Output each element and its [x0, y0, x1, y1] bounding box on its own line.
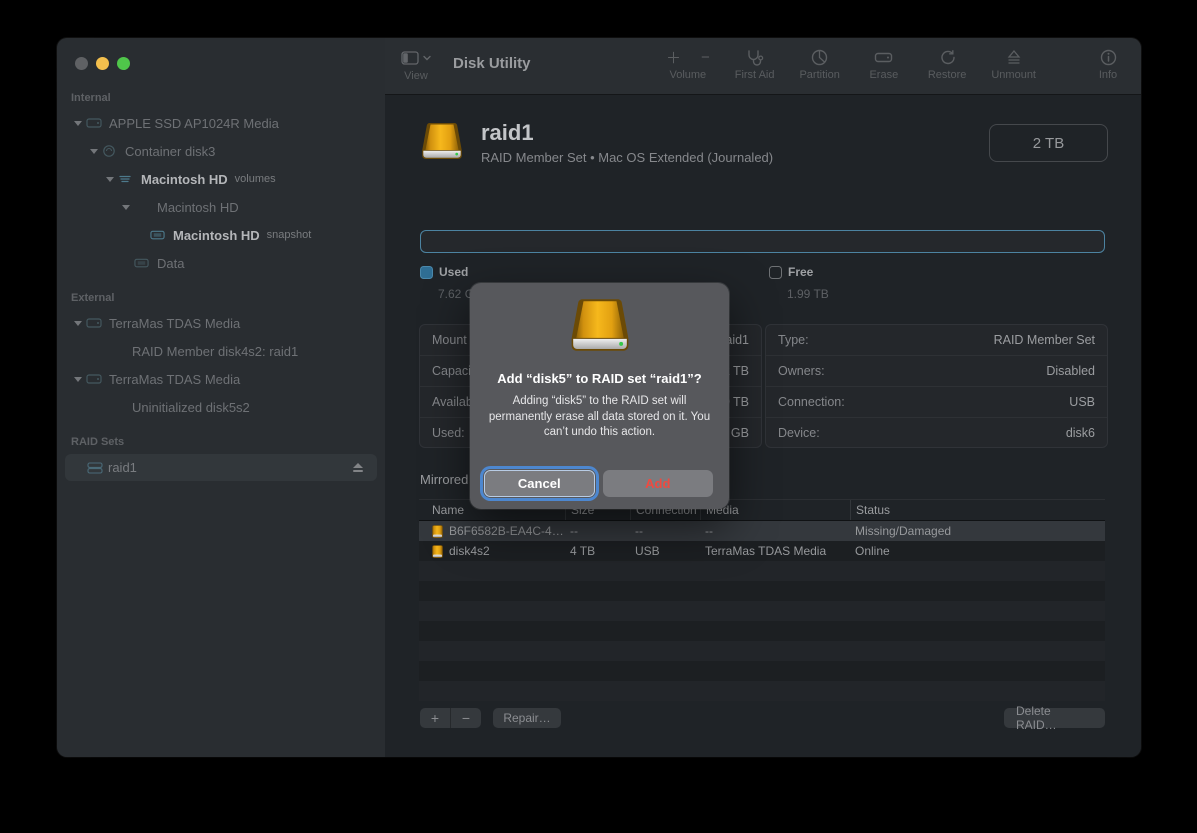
size-badge: 2 TB — [989, 124, 1108, 162]
traffic-lights — [75, 57, 130, 70]
sidebar-item-apple-ssd[interactable]: APPLE SSD AP1024R Media — [57, 111, 379, 135]
chevron-down-icon[interactable] — [118, 205, 134, 210]
remove-member-button[interactable]: − — [450, 708, 481, 728]
drive-icon-large — [567, 297, 633, 358]
minus-icon[interactable]: − — [701, 49, 710, 66]
section-label-raid-sets: RAID Sets — [71, 436, 124, 448]
sidebar-item-macintosh-hd-volume[interactable]: Macintosh HD volumes — [57, 167, 379, 191]
chevron-down-icon[interactable] — [70, 121, 86, 126]
drive-icon — [86, 117, 106, 129]
eject-icon[interactable] — [353, 463, 363, 472]
restore-button[interactable]: Restore — [928, 46, 967, 81]
info-row: Device:disk6 — [766, 417, 1107, 448]
sidebar-item-raid-member-disk4s2[interactable]: RAID Member disk4s2: raid1 — [57, 339, 379, 363]
erase-icon — [874, 50, 893, 65]
toolbar: View Disk Utility ＋− Volume First Aid Pa… — [385, 38, 1141, 95]
volume-icon — [118, 173, 138, 185]
info-row: Type:RAID Member Set — [766, 325, 1107, 355]
info-row: Connection:USB — [766, 386, 1107, 417]
sidebar-view-icon — [401, 51, 419, 65]
minimize-button[interactable] — [96, 57, 109, 70]
member-drive-icon — [432, 525, 443, 538]
volume-role-badge: volumes — [235, 173, 276, 185]
screen: Internal APPLE SSD AP1024R Media Contain… — [0, 0, 1197, 833]
col-status[interactable]: Status — [850, 500, 1105, 520]
table-row[interactable]: B6F6582B-EA4C-4… -- -- -- Missing/Damage… — [419, 521, 1105, 541]
delete-raid-button[interactable]: Delete RAID… — [1004, 708, 1105, 728]
legend-free: Free 1.99 TB — [769, 265, 829, 301]
unmount-icon — [1005, 50, 1023, 65]
info-icon — [1100, 49, 1117, 66]
repair-button[interactable]: Repair… — [493, 708, 561, 728]
member-drive-icon — [432, 545, 443, 558]
erase-button[interactable]: Erase — [865, 46, 903, 81]
volume-button[interactable]: ＋− Volume — [666, 46, 710, 81]
empty-row — [419, 601, 1105, 621]
raid-drive-icon — [419, 119, 465, 168]
free-swatch — [769, 266, 782, 279]
sidebar-item-data[interactable]: Data — [57, 251, 379, 275]
app-title: Disk Utility — [453, 55, 531, 72]
dialog-title: Add “disk5” to RAID set “raid1”? — [483, 371, 715, 386]
empty-row — [419, 641, 1105, 661]
sidebar-item-uninitialized-disk5s2[interactable]: Uninitialized disk5s2 — [57, 395, 379, 419]
empty-row — [419, 581, 1105, 601]
first-aid-icon — [746, 49, 764, 66]
raid-icon — [87, 462, 103, 474]
confirm-add-button[interactable]: Add — [603, 470, 714, 497]
add-remove-segment: + − — [420, 708, 481, 728]
info-button[interactable]: Info — [1089, 46, 1127, 81]
chevron-down-icon[interactable] — [86, 149, 102, 154]
info-row: Owners:Disabled — [766, 355, 1107, 386]
section-label-internal: Internal — [71, 92, 111, 104]
chevron-down-icon[interactable] — [70, 377, 86, 382]
free-value: 1.99 TB — [787, 287, 829, 301]
container-icon — [102, 144, 122, 158]
snapshot-icon — [150, 229, 170, 241]
snapshot-badge: snapshot — [267, 229, 312, 241]
device-subtitle: RAID Member Set • Mac OS Extended (Journ… — [481, 150, 773, 165]
partition-button[interactable]: Partition — [799, 46, 839, 81]
partition-icon — [811, 49, 828, 66]
sidebar: Internal APPLE SSD AP1024R Media Contain… — [57, 38, 385, 757]
empty-row — [419, 661, 1105, 681]
capacity-bar — [420, 230, 1105, 253]
drive-icon — [86, 317, 106, 329]
unmount-button[interactable]: Unmount — [991, 46, 1036, 81]
table-footer: + − Repair… Delete RAID… — [420, 708, 1105, 728]
first-aid-button[interactable]: First Aid — [735, 46, 775, 81]
close-button[interactable] — [75, 57, 88, 70]
sidebar-item-raid1-selected[interactable]: raid1 — [65, 454, 377, 481]
zoom-button[interactable] — [117, 57, 130, 70]
device-title: raid1 — [481, 121, 773, 145]
plus-icon[interactable]: ＋ — [666, 47, 681, 68]
volume-icon — [134, 257, 154, 269]
dialog-body: Adding “disk5” to the RAID set will perm… — [470, 394, 729, 441]
drive-icon — [86, 373, 106, 385]
section-label-external: External — [71, 292, 114, 304]
device-header: raid1 RAID Member Set • Mac OS Extended … — [419, 113, 1108, 173]
toolbar-buttons: ＋− Volume First Aid Partition Erase — [666, 46, 1127, 81]
cancel-button[interactable]: Cancel — [484, 470, 595, 497]
empty-row — [419, 621, 1105, 641]
chevron-down-icon[interactable] — [70, 321, 86, 326]
members-table: Name Size Connection Media Status B6F658… — [419, 499, 1105, 701]
sidebar-item-macintosh-hd[interactable]: Macintosh HD — [57, 195, 379, 219]
sidebar-item-macintosh-hd-snapshot[interactable]: Macintosh HD snapshot — [57, 223, 379, 247]
table-row[interactable]: disk4s2 4 TB USB TerraMas TDAS Media Onl… — [419, 541, 1105, 561]
sidebar-item-terramas-1[interactable]: TerraMas TDAS Media — [57, 311, 379, 335]
empty-row — [419, 561, 1105, 581]
chevron-down-icon — [423, 55, 431, 61]
chevron-down-icon[interactable] — [102, 177, 118, 182]
add-member-button[interactable]: + — [420, 708, 450, 728]
sidebar-item-terramas-2[interactable]: TerraMas TDAS Media — [57, 367, 379, 391]
view-button[interactable]: View — [401, 48, 431, 82]
used-swatch — [420, 266, 433, 279]
restore-icon — [939, 49, 956, 65]
members-heading: Mirrored — [420, 472, 468, 487]
empty-row — [419, 681, 1105, 701]
sidebar-item-container-disk3[interactable]: Container disk3 — [57, 139, 379, 163]
info-box-right: Type:RAID Member Set Owners:Disabled Con… — [765, 324, 1108, 448]
add-disk-dialog: Add “disk5” to RAID set “raid1”? Adding … — [470, 283, 729, 509]
